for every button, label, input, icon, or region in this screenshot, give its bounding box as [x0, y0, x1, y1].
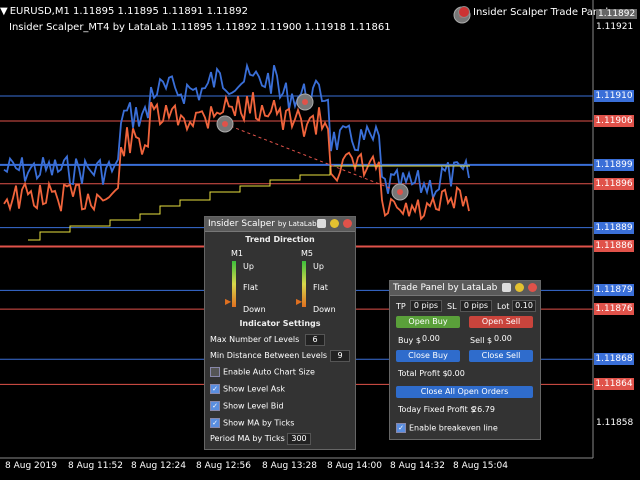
- buy-profit-label: Buy $: [398, 336, 421, 345]
- tp-label: TP: [396, 302, 406, 311]
- time-tick-label: 8 Aug 12:56: [196, 461, 251, 471]
- m1-up: Up: [243, 262, 254, 271]
- sell-profit-label: Sell $: [470, 336, 493, 345]
- total-profit-value: 0.00: [447, 369, 465, 378]
- sl-input[interactable]: 0 pips: [460, 300, 492, 312]
- indicator-logo-icon: [458, 6, 470, 18]
- level-price-label: 1.11868: [594, 353, 634, 366]
- show-bid-option[interactable]: ✓ Show Level Bid: [210, 401, 284, 411]
- show-ma-option[interactable]: ✓ Show MA by Ticks: [210, 418, 294, 428]
- show-ask-option[interactable]: ✓ Show Level Ask: [210, 384, 285, 394]
- total-profit-label: Total Profit $: [398, 369, 448, 378]
- close-button[interactable]: [343, 219, 352, 228]
- tp-input[interactable]: 0 pips: [410, 300, 442, 312]
- trend-direction-title: Trend Direction: [245, 235, 315, 244]
- time-tick-label: 8 Aug 14:32: [390, 461, 445, 471]
- close-buy-button[interactable]: Close Buy: [396, 350, 460, 362]
- order-marker-dot: [397, 189, 403, 195]
- order-marker-dot: [302, 99, 308, 105]
- level-price-label: 1.11879: [594, 284, 634, 297]
- level-price-label: 1.11864: [594, 378, 634, 391]
- auto-chart-checkbox[interactable]: [210, 367, 220, 377]
- m1-flat: Flat: [243, 283, 258, 292]
- period-ma-label: Period MA by Ticks: [210, 434, 285, 443]
- m1-pointer-icon: ▶: [225, 297, 232, 306]
- show-bid-checkbox[interactable]: ✓: [210, 401, 220, 411]
- m1-label: M1: [231, 249, 243, 258]
- breakeven-option[interactable]: ✓ Enable breakeven line: [396, 423, 498, 433]
- sl-label: SL: [447, 302, 457, 311]
- indicator-panel[interactable]: Insider Scalper by LataLab Trend Directi…: [204, 216, 356, 450]
- level-price-label: 1.11889: [594, 221, 634, 234]
- logo-icon: [317, 219, 326, 228]
- m5-down: Down: [313, 305, 336, 314]
- min-distance-label: Min Distance Between Levels: [210, 351, 328, 360]
- show-ma-checkbox[interactable]: ✓: [210, 418, 220, 428]
- level-price-label: 1.11886: [594, 240, 634, 253]
- indicator-settings-title: Indicator Settings: [239, 319, 321, 328]
- symbol-header: ▼ EURUSD,M1 1.11895 1.11895 1.11891 1.118…: [0, 6, 248, 17]
- time-tick-label: 8 Aug 13:28: [262, 461, 317, 471]
- auto-chart-option[interactable]: Enable Auto Chart Size: [210, 367, 315, 377]
- max-levels-input[interactable]: 6: [305, 334, 325, 346]
- time-tick-label: 8 Aug 15:04: [453, 461, 508, 471]
- logo-icon: [502, 283, 511, 292]
- level-price-label: 1.11910: [594, 89, 634, 102]
- m5-gauge: [302, 261, 306, 307]
- lot-input[interactable]: 0.10: [512, 300, 536, 312]
- m5-up: Up: [313, 262, 324, 271]
- open-buy-button[interactable]: Open Buy: [396, 316, 460, 328]
- time-tick-label: 8 Aug 12:24: [131, 461, 186, 471]
- m5-flat: Flat: [313, 283, 328, 292]
- m1-down: Down: [243, 305, 266, 314]
- period-ma-input[interactable]: 300: [287, 433, 311, 445]
- buy-profit-value: 0.00: [422, 334, 460, 344]
- sell-profit-value: 0.00: [494, 334, 532, 344]
- trade-panel-tab[interactable]: Insider Scalper Trade Panel: [458, 6, 608, 18]
- time-tick-label: 8 Aug 2019: [5, 461, 57, 471]
- lot-label: Lot: [497, 302, 510, 311]
- symbol-quote: EURUSD,M1 1.11895 1.11895 1.11891 1.1189…: [9, 6, 248, 17]
- trade-panel[interactable]: Trade Panel by LataLab TP 0 pips SL 0 pi…: [389, 280, 541, 440]
- current-price-label: 1.11892: [596, 9, 638, 19]
- level-price-label: 1.11876: [594, 303, 634, 316]
- minimize-button[interactable]: [330, 219, 339, 228]
- minimize-button[interactable]: [515, 283, 524, 292]
- m5-pointer-icon: ▶: [296, 297, 303, 306]
- close-sell-button[interactable]: Close Sell: [469, 350, 533, 362]
- indicator-panel-header[interactable]: Insider Scalper by LataLab: [205, 217, 355, 232]
- indicator-header: Insider Scalper_MT4 by LataLab 1.11895 1…: [9, 22, 391, 33]
- time-tick-label: 8 Aug 14:00: [327, 461, 382, 471]
- min-distance-input[interactable]: 9: [330, 350, 350, 362]
- today-profit-value: 26.79: [472, 405, 495, 414]
- m5-label: M5: [301, 249, 313, 258]
- time-tick-label: 8 Aug 11:52: [68, 461, 123, 471]
- breakeven-checkbox[interactable]: ✓: [396, 423, 406, 433]
- dropdown-triangle-icon[interactable]: ▼: [0, 6, 8, 17]
- close-button[interactable]: [528, 283, 537, 292]
- trade-panel-header[interactable]: Trade Panel by LataLab: [390, 281, 540, 296]
- m1-gauge: [232, 261, 236, 307]
- order-marker-dot: [222, 121, 228, 127]
- open-sell-button[interactable]: Open Sell: [469, 316, 533, 328]
- level-price-label: 1.11899: [594, 158, 634, 171]
- max-levels-label: Max Number of Levels: [210, 335, 300, 344]
- axis-bottom-price: 1.11858: [596, 418, 634, 428]
- today-profit-label: Today Fixed Profit $: [398, 405, 476, 414]
- level-price-label: 1.11906: [594, 115, 634, 128]
- close-all-orders-button[interactable]: Close All Open Orders: [396, 386, 533, 398]
- level-price-label: 1.11896: [594, 177, 634, 190]
- show-ask-checkbox[interactable]: ✓: [210, 384, 220, 394]
- axis-top-price: 1.11921: [596, 22, 634, 32]
